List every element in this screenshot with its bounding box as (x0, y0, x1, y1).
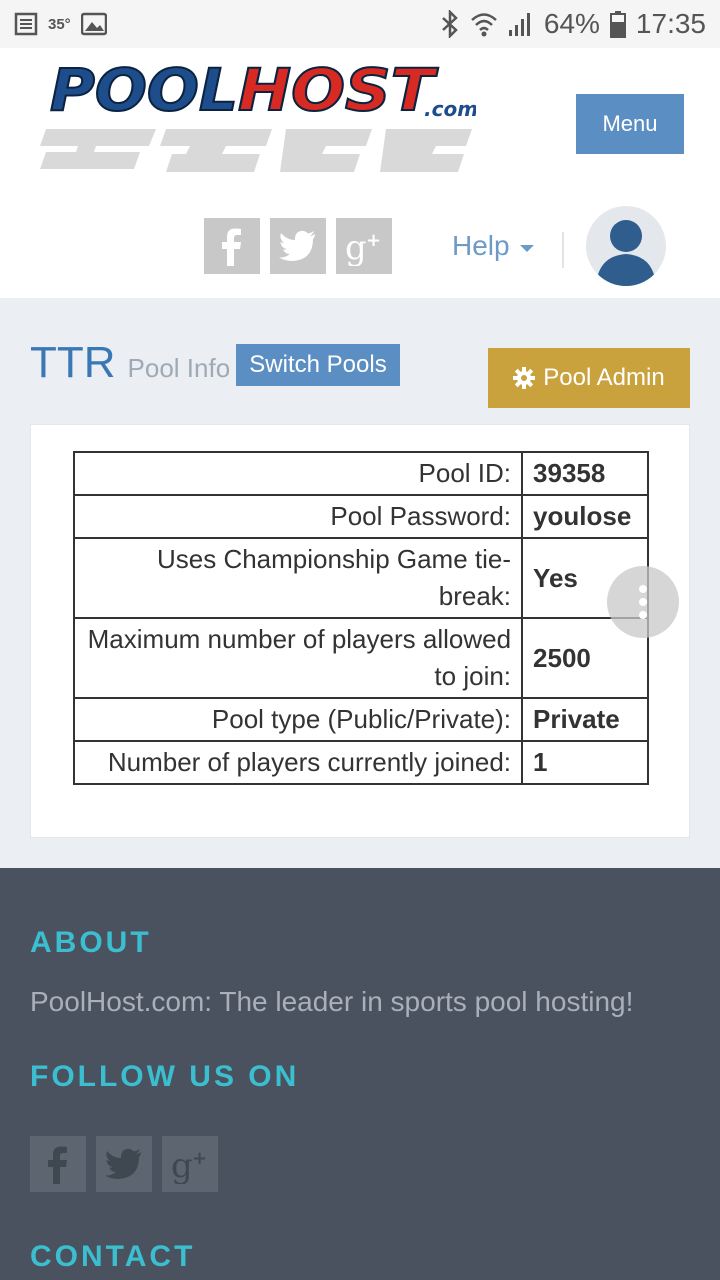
pool-admin-label: Pool Admin (543, 364, 665, 391)
social-links-footer: g + (30, 1136, 218, 1192)
header-divider (562, 232, 564, 268)
svg-text:HOST: HOST (238, 56, 439, 124)
pool-name: TTR (30, 338, 116, 387)
about-text: PoolHost.com: The leader in sports pool … (30, 986, 634, 1017)
status-bar: 35° 64% 17:35 (0, 0, 720, 48)
table-row: Maximum number of players allowed to joi… (72, 617, 649, 699)
help-dropdown[interactable]: Help (452, 230, 534, 262)
more-vert-icon-dot (639, 611, 647, 619)
gear-icon (513, 367, 536, 389)
google-plus-icon[interactable]: g + (336, 218, 392, 274)
pool-id-value: 39358 (521, 451, 649, 496)
avatar[interactable] (586, 206, 666, 286)
pool-type-label: Pool type (Public/Private): (72, 697, 524, 742)
pool-info-table: Pool ID: 39358 Pool Password: youlose Us… (72, 451, 649, 785)
about-heading: ABOUT (30, 926, 152, 959)
svg-text:+: + (192, 1148, 207, 1169)
table-row: Pool ID: 39358 (72, 451, 649, 496)
switch-pools-button[interactable]: Switch Pools (236, 344, 400, 386)
help-label: Help (452, 230, 510, 261)
svg-text:+: + (366, 230, 381, 251)
page-title: Pool Info (127, 353, 231, 383)
table-row: Uses Championship Game tie-break: Yes (72, 537, 649, 619)
pool-type-value: Private (521, 697, 649, 742)
clock-text: 17:35 (635, 8, 706, 39)
news-icon (14, 12, 38, 36)
max-players-label: Maximum number of players allowed to joi… (72, 617, 524, 699)
twitter-icon[interactable] (96, 1136, 152, 1192)
svg-text:g: g (345, 228, 367, 266)
svg-text:.com: .com (424, 97, 476, 121)
battery-icon (609, 11, 626, 38)
twitter-icon[interactable] (270, 218, 326, 274)
pool-password-value: youlose (521, 494, 649, 539)
site-footer: ABOUT PoolHost.com: The leader in sports… (0, 868, 720, 1280)
table-row: Pool Password: youlose (72, 494, 649, 539)
follow-heading: FOLLOW US ON (30, 1060, 300, 1093)
svg-text:g: g (171, 1146, 193, 1184)
google-plus-icon[interactable]: g + (162, 1136, 218, 1192)
site-header: POOL HOST .com Menu g + Help (0, 48, 720, 298)
players-joined-label: Number of players currently joined: (72, 740, 524, 785)
tiebreak-label: Uses Championship Game tie-break: (72, 537, 524, 619)
table-row: Number of players currently joined: 1 (72, 740, 649, 785)
players-joined-value: 1 (521, 740, 649, 785)
more-vert-icon-dot (639, 598, 647, 606)
social-links-header: g + (204, 218, 392, 274)
svg-text:POOL: POOL (50, 56, 238, 124)
pool-id-label: Pool ID: (72, 451, 524, 496)
pool-title-row: TTR Pool Info (30, 338, 230, 388)
pool-admin-button[interactable]: Pool Admin (488, 348, 690, 408)
menu-button[interactable]: Menu (576, 94, 684, 154)
temperature-text: 35° (48, 15, 71, 33)
pool-info-card: Pool ID: 39358 Pool Password: youlose Us… (30, 424, 690, 838)
table-row: Pool type (Public/Private): Private (72, 697, 649, 742)
more-vert-icon (639, 585, 647, 593)
facebook-icon[interactable] (30, 1136, 86, 1192)
facebook-icon[interactable] (204, 218, 260, 274)
pool-password-label: Pool Password: (72, 494, 524, 539)
bluetooth-icon (442, 10, 458, 38)
contact-heading: CONTACT (30, 1240, 196, 1273)
poolhost-logo[interactable]: POOL HOST .com (36, 54, 476, 184)
battery-text: 64% (543, 8, 600, 39)
chevron-down-icon (519, 244, 534, 252)
image-icon (80, 12, 107, 36)
more-options-button[interactable] (607, 566, 679, 638)
signal-icon (508, 13, 530, 36)
wifi-icon (471, 13, 497, 37)
